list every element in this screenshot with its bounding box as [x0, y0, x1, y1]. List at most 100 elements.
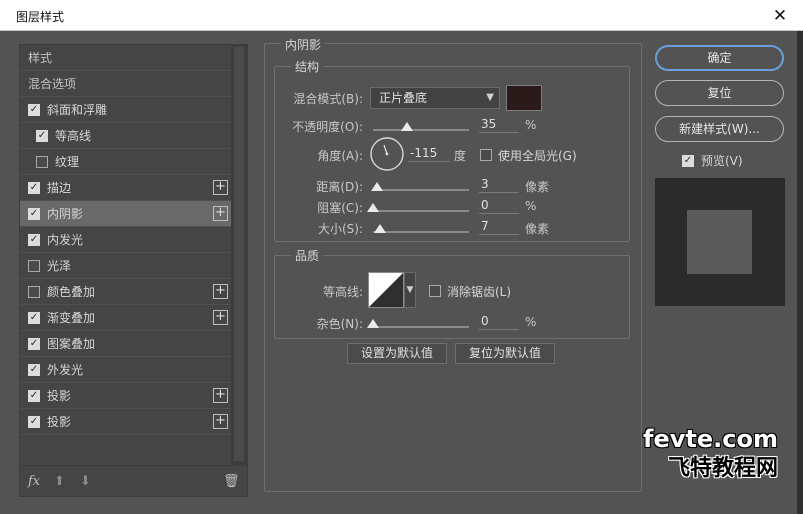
style-list-item[interactable]: ✓ 外发光: [20, 357, 232, 383]
close-icon[interactable]: ✕: [757, 0, 803, 31]
blend-mode-value: 正片叠底: [379, 91, 428, 105]
style-item-label: 内发光: [47, 233, 84, 247]
choke-label: 阻塞(C):: [317, 201, 363, 215]
move-down-icon[interactable]: ⬇: [80, 474, 91, 489]
scrollbar-thumb[interactable]: [234, 47, 244, 461]
size-input[interactable]: 7: [479, 219, 519, 235]
style-item-checkbox[interactable]: ✓: [28, 389, 40, 402]
style-list-item[interactable]: ✓ 内阴影 +: [20, 201, 232, 227]
reset-button[interactable]: 复位: [655, 80, 784, 106]
size-unit: 像素: [525, 222, 550, 236]
preview-toggle[interactable]: ✓ 预览(V): [682, 152, 743, 169]
style-item-checkbox[interactable]: ✓: [28, 207, 40, 220]
style-list-item[interactable]: 样式: [20, 45, 232, 71]
distance-slider[interactable]: [373, 189, 469, 191]
style-item-checkbox[interactable]: ✓: [36, 129, 48, 142]
contour-picker[interactable]: [368, 272, 404, 308]
style-list-item[interactable]: ✓ 投影 +: [20, 409, 232, 435]
style-item-label: 等高线: [55, 129, 92, 143]
style-list-item[interactable]: ✓ 内发光: [20, 227, 232, 253]
move-up-icon[interactable]: ⬆: [54, 474, 65, 489]
style-list-scrollbar[interactable]: [231, 45, 247, 465]
reset-default-button[interactable]: 复位为默认值: [455, 343, 555, 364]
size-slider-handle[interactable]: [374, 224, 386, 233]
style-list-item[interactable]: ✓ 等高线: [20, 123, 232, 149]
global-light-checkbox[interactable]: [480, 149, 492, 161]
contour-label: 等高线:: [322, 285, 363, 299]
global-light-label[interactable]: 使用全局光(G): [498, 147, 577, 164]
style-item-checkbox[interactable]: ✓: [28, 233, 40, 246]
angle-dial-icon: [370, 137, 404, 171]
add-effect-icon[interactable]: +: [213, 414, 228, 429]
inner-shadow-title: 内阴影: [281, 36, 326, 53]
add-effect-icon[interactable]: +: [213, 284, 228, 299]
opacity-slider-handle[interactable]: [400, 122, 413, 131]
fx-icon[interactable]: fx: [28, 474, 40, 489]
size-slider[interactable]: [373, 231, 469, 233]
shadow-color-swatch[interactable]: [506, 85, 542, 111]
add-effect-icon[interactable]: +: [213, 388, 228, 403]
style-list-item[interactable]: 颜色叠加 +: [20, 279, 232, 305]
style-item-checkbox[interactable]: ✓: [28, 311, 40, 324]
size-label: 大小(S):: [317, 222, 363, 236]
noise-slider[interactable]: [373, 326, 469, 328]
style-item-checkbox[interactable]: ✓: [28, 337, 40, 350]
style-list-item[interactable]: 混合选项: [20, 71, 232, 97]
style-list-item[interactable]: ✓ 渐变叠加 +: [20, 305, 232, 331]
distance-slider-handle[interactable]: [371, 182, 383, 191]
style-item-checkbox[interactable]: ✓: [28, 363, 40, 376]
distance-unit: 像素: [525, 180, 550, 194]
style-item-checkbox[interactable]: [28, 285, 40, 298]
preview-thumbnail: [655, 178, 785, 306]
choke-input[interactable]: 0: [479, 198, 519, 214]
opacity-unit: %: [525, 118, 537, 132]
style-item-label: 斜面和浮雕: [47, 103, 108, 117]
style-list-toolbar: fx ⬆ ⬇ 🗑: [20, 465, 247, 497]
add-effect-icon[interactable]: +: [213, 310, 228, 325]
style-list-item[interactable]: ✓ 图案叠加: [20, 331, 232, 357]
choke-slider-handle[interactable]: [367, 203, 379, 212]
choke-unit: %: [525, 199, 537, 213]
opacity-input[interactable]: 35: [479, 117, 519, 133]
watermark-domain: fevte.com: [643, 425, 778, 453]
style-list-panel: 样式 混合选项 ✓ 斜面和浮雕 ✓ 等高线 纹理 ✓ 描边 + ✓ 内阴影 + ✓ 内发光 光泽 颜色叠加 + ✓ 渐…: [19, 44, 248, 497]
style-item-checkbox[interactable]: ✓: [28, 103, 40, 116]
ok-button[interactable]: 确定: [655, 45, 784, 71]
style-list-item[interactable]: 光泽: [20, 253, 232, 279]
style-list-item[interactable]: 纹理: [20, 149, 232, 175]
style-item-checkbox[interactable]: ✓: [28, 181, 40, 194]
noise-slider-handle[interactable]: [367, 319, 379, 328]
watermark-site-name: 飞特教程网: [668, 456, 779, 481]
chevron-down-icon: ▼: [486, 92, 494, 103]
style-item-label: 描边: [47, 181, 72, 195]
style-item-label: 样式: [28, 51, 53, 65]
style-item-checkbox[interactable]: [28, 259, 40, 272]
style-item-checkbox[interactable]: ✓: [28, 415, 40, 428]
blend-mode-select[interactable]: 正片叠底 ▼: [370, 87, 500, 109]
style-list-item[interactable]: ✓ 投影 +: [20, 383, 232, 409]
trash-icon[interactable]: 🗑: [223, 474, 240, 489]
preview-label[interactable]: 预览(V): [701, 152, 743, 169]
noise-input[interactable]: 0: [479, 314, 519, 330]
angle-input[interactable]: -115: [408, 146, 450, 162]
distance-label: 距离(D):: [316, 180, 363, 194]
make-default-button[interactable]: 设置为默认值: [347, 343, 447, 364]
new-style-button[interactable]: 新建样式(W)...: [655, 116, 784, 142]
add-effect-icon[interactable]: +: [213, 180, 228, 195]
noise-label: 杂色(N):: [316, 317, 363, 331]
preview-checkbox[interactable]: ✓: [682, 154, 694, 167]
distance-input[interactable]: 3: [479, 177, 519, 193]
structure-group: 结构 混合模式(B): 正片叠底 ▼ 不透明度(O): 35 % 角度(A): …: [274, 58, 630, 242]
choke-slider[interactable]: [373, 210, 469, 212]
opacity-slider[interactable]: [373, 129, 469, 131]
add-effect-icon[interactable]: +: [213, 206, 228, 221]
background-canvas-strip: [797, 31, 803, 514]
angle-dial[interactable]: [369, 136, 405, 172]
contour-dropdown-arrow[interactable]: ▼: [404, 272, 416, 308]
opacity-label: 不透明度(O):: [292, 120, 363, 134]
style-item-checkbox[interactable]: [36, 155, 48, 168]
style-list-item[interactable]: ✓ 斜面和浮雕: [20, 97, 232, 123]
antialias-checkbox[interactable]: [429, 285, 441, 297]
antialias-label[interactable]: 消除锯齿(L): [447, 283, 511, 300]
style-list-item[interactable]: ✓ 描边 +: [20, 175, 232, 201]
